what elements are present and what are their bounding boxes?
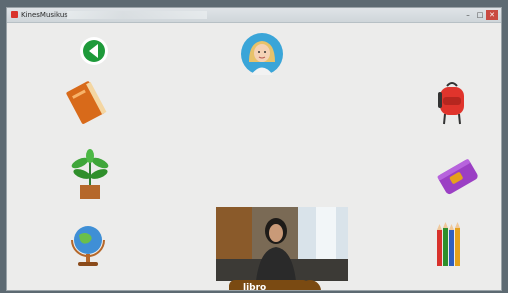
app-icon <box>11 11 18 18</box>
webcam-video <box>216 207 348 281</box>
girl-avatar-icon[interactable] <box>240 32 284 76</box>
back-arrow-icon[interactable] <box>79 36 109 66</box>
window-title: KinesMusikus <box>21 11 68 19</box>
title-bar: KinesMusikus – □ ✕ <box>7 8 501 23</box>
globe-icon[interactable] <box>68 222 108 268</box>
pencil-case-icon[interactable] <box>435 154 481 200</box>
colored-pencils-icon[interactable] <box>435 222 463 268</box>
close-button[interactable]: ✕ <box>486 10 498 20</box>
potted-plant-icon[interactable] <box>69 149 111 201</box>
app-window: KinesMusikus – □ ✕ libro <box>6 7 502 291</box>
maximize-button[interactable]: □ <box>474 10 486 20</box>
book-icon[interactable] <box>64 78 110 128</box>
backpack-icon[interactable] <box>435 80 469 128</box>
game-stage <box>7 23 501 290</box>
minimize-button[interactable]: – <box>462 10 474 20</box>
word-label: libro <box>229 280 309 290</box>
title-bar-tabs <box>67 11 207 19</box>
